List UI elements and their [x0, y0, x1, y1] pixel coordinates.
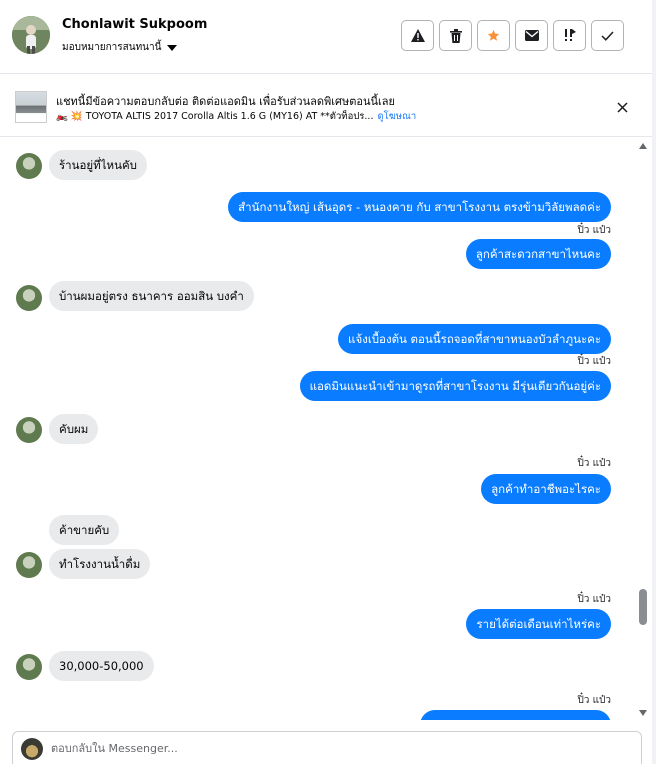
seen-by-label: ปิ๋ว แป๋ว — [577, 356, 611, 367]
message-bubble-incoming[interactable]: ค้าขายคับ — [49, 515, 120, 545]
message-bubble-incoming[interactable]: ทำโรงงานน้ำดื่ม — [49, 549, 151, 579]
contact-avatar-small — [16, 552, 42, 578]
delete-button[interactable] — [439, 20, 472, 51]
contact-name[interactable]: Chonlawit Sukpoom — [62, 17, 207, 32]
close-icon — [616, 101, 628, 113]
report-spam-button[interactable] — [401, 20, 434, 51]
follow-up-button[interactable] — [553, 20, 586, 51]
page-avatar — [21, 738, 43, 760]
mark-done-button[interactable] — [591, 20, 624, 51]
message-bubble-incoming[interactable]: บ้านผมอยู่ตรง ธนาคาร ออมสิน บงคำ — [49, 281, 254, 311]
contact-avatar-small — [16, 153, 42, 179]
panel-edge — [652, 0, 656, 764]
star-button[interactable] — [477, 20, 510, 51]
seen-by-label: ปิ๋ว แป๋ว — [577, 695, 611, 706]
message-thread[interactable]: ร้านอยู่ที่ไหนคับ ร้านอยู่ที่ไหนคับ สำนั… — [0, 138, 652, 720]
seen-by-label: ปิ๋ว แป๋ว — [577, 594, 611, 605]
envelope-icon — [524, 30, 539, 41]
message-bubble-outgoing[interactable]: แอดมินแนะนำเข้ามาดูรถที่สาขาโรงงาน มีรุ่… — [299, 371, 611, 401]
reply-composer — [12, 731, 642, 764]
message-bubble-outgoing[interactable]: ลูกค้าสะดวกสาขาไหนคะ — [465, 239, 611, 269]
scroll-up-arrow[interactable] — [639, 143, 647, 149]
ad-subtitle: 🏍️ 💥 TOYOTA ALTIS 2017 Corolla Altis 1.6… — [56, 111, 374, 122]
contact-avatar[interactable] — [12, 16, 50, 54]
ad-title: แชทนี้มีข้อความตอบกลับต่อ ติดต่อแอดมิน เ… — [56, 95, 395, 108]
seen-by-label: ปิ๋ว แป๋ว — [577, 458, 611, 469]
assign-label: มอบหมายการสนทนานี้ — [62, 42, 162, 53]
warning-icon — [410, 29, 425, 42]
conversation-actions — [401, 20, 624, 51]
conversation-header: Chonlawit Sukpoom มอบหมายการสนทนานี้ — [0, 0, 652, 74]
message-bubble-incoming[interactable]: 30,000-50,000 — [49, 651, 154, 681]
mark-unread-button[interactable] — [515, 20, 548, 51]
contact-avatar-small — [16, 417, 42, 443]
message-bubble-outgoing[interactable]: สำนักงานใหญ่ เส้นอุดร - หนองคาย กับ สาขา… — [228, 192, 611, 222]
scroll-down-arrow[interactable] — [639, 710, 647, 716]
close-banner-button[interactable] — [612, 97, 632, 117]
trash-icon — [449, 28, 462, 43]
star-icon — [487, 29, 500, 41]
message-bubble-outgoing[interactable]: รายได้ต่อเดือนเท่าไหร่คะ — [466, 609, 611, 639]
ad-thumbnail[interactable] — [15, 91, 47, 123]
scrollbar-thumb[interactable] — [639, 589, 647, 625]
message-bubble-outgoing[interactable]: ลูกค้าทำอาชีพอะไรคะ — [481, 474, 611, 504]
reply-input[interactable] — [51, 742, 611, 755]
assign-conversation-dropdown[interactable]: มอบหมายการสนทนานี้ — [62, 40, 178, 55]
follow-up-icon — [564, 29, 576, 41]
check-icon — [601, 30, 614, 41]
ad-subtitle-row: 🏍️ 💥 TOYOTA ALTIS 2017 Corolla Altis 1.6… — [56, 109, 416, 124]
message-bubble-outgoing[interactable] — [420, 710, 611, 720]
contact-avatar-small — [16, 285, 42, 311]
ad-context-banner: แชทนี้มีข้อความตอบกลับต่อ ติดต่อแอดมิน เ… — [0, 75, 652, 137]
contact-avatar-small — [16, 654, 42, 680]
message-bubble-incoming[interactable]: คับผม — [49, 414, 99, 444]
message-bubble-incoming[interactable]: ร้านอยู่ที่ไหนคับ — [49, 150, 147, 180]
message-bubble-outgoing[interactable]: แจ้งเบื้องต้น ตอนนี้รถจอดที่สาขาหนองบัวล… — [338, 324, 611, 354]
caret-down-icon — [167, 44, 178, 51]
seen-by-label: ปิ๋ว แป๋ว — [577, 225, 611, 236]
view-ad-link[interactable]: ดูโฆษณา — [377, 109, 416, 124]
